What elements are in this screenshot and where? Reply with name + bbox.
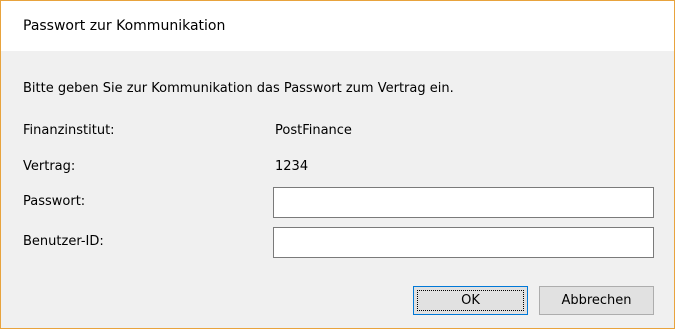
ok-button[interactable]: OK xyxy=(413,286,528,315)
cancel-button[interactable]: Abbrechen xyxy=(539,286,654,315)
institution-label: Finanzinstitut: xyxy=(23,123,115,138)
contract-label: Vertrag: xyxy=(23,159,76,174)
dialog-title: Passwort zur Kommunikation xyxy=(23,18,226,34)
title-bar[interactable]: Passwort zur Kommunikation xyxy=(1,1,674,51)
ok-button-label: OK xyxy=(461,293,480,308)
institution-value: PostFinance xyxy=(275,123,352,138)
userid-label: Benutzer-ID: xyxy=(23,234,104,249)
password-dialog: Passwort zur Kommunikation Bitte geben S… xyxy=(0,0,675,329)
password-label: Passwort: xyxy=(23,194,86,209)
userid-field[interactable] xyxy=(273,227,654,258)
contract-value: 1234 xyxy=(275,159,309,174)
cancel-button-label: Abbrechen xyxy=(561,293,632,308)
instruction-text: Bitte geben Sie zur Kommunikation das Pa… xyxy=(23,81,454,96)
password-field[interactable] xyxy=(273,187,654,218)
